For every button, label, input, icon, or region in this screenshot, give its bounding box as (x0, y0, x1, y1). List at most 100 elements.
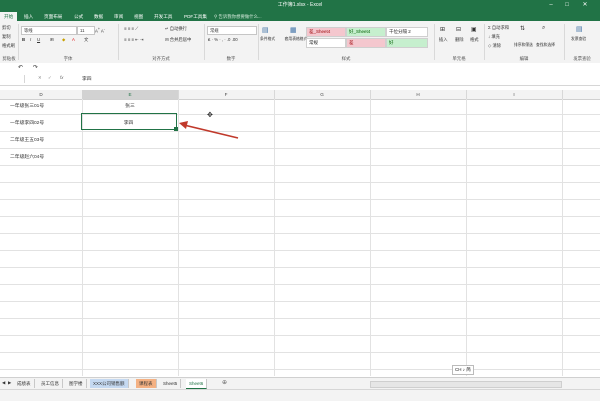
minimize-icon[interactable]: – (544, 0, 558, 11)
cell-d4[interactable]: 二年级赵六04号 (10, 153, 44, 160)
sheet-tab-grades[interactable]: 成绩表 (14, 379, 35, 388)
find-select-icon[interactable]: ⌕ (542, 25, 545, 32)
tab-insert[interactable]: 插入 (20, 12, 37, 21)
enter-icon[interactable]: ✓ (48, 75, 52, 81)
delete-cells-button[interactable]: 删除 (455, 37, 464, 43)
number-format-select[interactable]: 常规 (207, 26, 257, 35)
tell-me-search[interactable]: ⚲ 告诉我你想要做什么... (214, 12, 262, 21)
find-select-button[interactable]: 查找和选择 (536, 43, 555, 48)
table-format-icon[interactable]: ▦ (290, 26, 297, 34)
cell-d2[interactable]: 一年级李四02号 (10, 119, 44, 126)
ribbon-tabs: 文件 开始 插入 页面布局 公式 数据 审阅 视图 开发工具 PDF工具集 ⚲ … (0, 11, 600, 21)
sort-filter-icon[interactable]: ⇅ (520, 25, 525, 32)
redo-icon[interactable]: ↷ (33, 64, 38, 71)
column-header-i[interactable]: I (466, 90, 563, 99)
cancel-icon[interactable]: ✕ (38, 75, 42, 81)
cell-style-normal[interactable]: 常规 (306, 38, 346, 48)
autosum-button[interactable]: Σ 自动求和 (488, 25, 509, 31)
ribbon: 剪切 复制 格式刷 剪贴板 等线 11 A+ A- B I U ⊞ ◆ A 文 … (0, 21, 600, 64)
sheet-tab-bar: ◀ ▶ 成绩表 员工信息 图学楼 XXX公司销售额 课程表 Sheet5 She… (0, 377, 600, 389)
fill-color-icon[interactable]: ◆ (62, 37, 65, 43)
invoice-check-icon[interactable]: ▤ (576, 25, 583, 33)
insert-cells-button[interactable]: 插入 (439, 37, 448, 43)
delete-cells-icon[interactable]: ⊟ (456, 26, 461, 33)
font-size-select[interactable]: 11 (77, 26, 95, 35)
add-sheet-icon[interactable]: ⊕ (222, 379, 227, 386)
function-icon[interactable]: fx (60, 75, 63, 80)
tab-page-layout[interactable]: 页面布局 (40, 12, 66, 21)
cell-style-good[interactable]: 好 (386, 38, 428, 48)
format-cells-button[interactable]: 格式 (470, 37, 479, 43)
border-icon[interactable]: ⊞ (50, 37, 54, 43)
cut-button[interactable]: 剪切 (2, 25, 11, 31)
cell-d3[interactable]: 二年级王五03号 (10, 136, 44, 143)
tab-view[interactable]: 视图 (130, 12, 147, 21)
status-bar (0, 389, 600, 401)
ime-badge[interactable]: CH ♪ 简 (452, 365, 474, 375)
sheet-tab-schedule[interactable]: 课程表 (136, 379, 157, 388)
sheet-tab-sheet6[interactable]: Sheet6 (186, 379, 208, 389)
tab-formulas[interactable]: 公式 (70, 12, 87, 21)
cells-group-label: 单元格 (452, 56, 466, 61)
bold-icon[interactable]: B (22, 37, 25, 42)
format-painter-button[interactable]: 格式刷 (2, 43, 15, 49)
clear-label: 清除 (492, 43, 502, 48)
conditional-format-icon[interactable]: ▤ (262, 26, 269, 34)
column-header-h[interactable]: H (370, 90, 467, 99)
horizontal-scrollbar[interactable] (370, 381, 562, 388)
conditional-format-button[interactable]: 条件格式 (260, 37, 275, 42)
merge-center-button[interactable]: ⊟ 合并后居中 (165, 37, 191, 43)
cell-e1[interactable]: 张三 (82, 102, 178, 109)
clear-button[interactable]: ◇ 清除 (488, 43, 501, 49)
tab-developer[interactable]: 开发工具 (150, 12, 176, 21)
tab-review[interactable]: 审阅 (110, 12, 127, 21)
font-color-icon[interactable]: A (72, 37, 75, 42)
selected-cell-e2[interactable]: 李四 (81, 113, 177, 130)
sheet-tab-sales[interactable]: XXX公司销售额 (90, 379, 129, 388)
invoice-check-button[interactable]: 发票查验 (571, 37, 586, 42)
cell-style-bad[interactable]: 差 (346, 38, 386, 48)
number-group-label: 数字 (226, 56, 236, 61)
undo-icon[interactable]: ↶ (18, 64, 23, 71)
sheet-nav-prev-icon[interactable]: ◀ (2, 380, 5, 386)
formula-input[interactable]: 李四 (82, 75, 92, 82)
tab-data[interactable]: 数据 (90, 12, 107, 21)
column-header-d[interactable]: D (0, 90, 83, 99)
tab-home[interactable]: 开始 (0, 12, 18, 21)
editing-group-label: 编辑 (519, 56, 529, 61)
tab-pdf-tools[interactable]: PDF工具集 (180, 12, 211, 21)
maximize-icon[interactable]: □ (560, 0, 574, 11)
fill-button[interactable]: ↓ 填充 (488, 34, 500, 40)
worksheet-grid[interactable]: 一年级张三01号 一年级李四02号 二年级王五03号 二年级赵六04号 张三 李… (0, 99, 600, 376)
italic-icon[interactable]: I (30, 37, 31, 42)
sheet-nav-next-icon[interactable]: ▶ (8, 380, 11, 386)
cell-e2[interactable]: 李四 (82, 119, 175, 126)
align-left-icon[interactable]: ≡ ≡ ≡ ⇤ ⇥ (124, 37, 144, 43)
font-name-select[interactable]: 等线 (21, 26, 77, 35)
format-cells-icon[interactable]: ▣ (471, 26, 477, 33)
grow-font-icon[interactable]: A+ A- (95, 27, 105, 33)
wrap-text-label: 自动换行 (169, 26, 187, 31)
wrap-text-button[interactable]: ↵ 自动换行 (165, 26, 187, 32)
copy-button[interactable]: 复制 (2, 34, 11, 40)
column-header-g[interactable]: G (274, 90, 371, 99)
clipboard-group-label: 剪贴板 (2, 56, 16, 61)
insert-cells-icon[interactable]: ⊞ (440, 26, 445, 33)
sort-filter-button[interactable]: 排序和筛选 (514, 43, 533, 48)
cell-d1[interactable]: 一年级张三01号 (10, 102, 44, 109)
name-box[interactable] (0, 75, 25, 83)
sheet-tab-sheet5[interactable]: Sheet5 (160, 379, 182, 388)
column-header-e[interactable]: E (82, 90, 179, 99)
underline-icon[interactable]: U (37, 37, 40, 42)
cell-style-good-sheet4[interactable]: 好_Sheet4 (346, 27, 386, 37)
phonetic-icon[interactable]: 文 (84, 37, 88, 43)
cell-style-bad-sheet4[interactable]: 差_Sheet4 (306, 27, 346, 37)
close-icon[interactable]: ✕ (578, 0, 592, 11)
column-header-f[interactable]: F (178, 90, 275, 99)
currency-icon[interactable]: ₤ · % · , · .0 .00 (208, 37, 238, 42)
sheet-tab-staff[interactable]: 员工信息 (38, 379, 63, 388)
align-top-icon[interactable]: ≡ ≡ ≡ ⟋ (124, 26, 138, 31)
cell-style-thousands[interactable]: 千位分隔 2 (386, 27, 428, 37)
font-size-value: 11 (80, 28, 85, 33)
sheet-tab-building[interactable]: 图学楼 (66, 379, 87, 388)
